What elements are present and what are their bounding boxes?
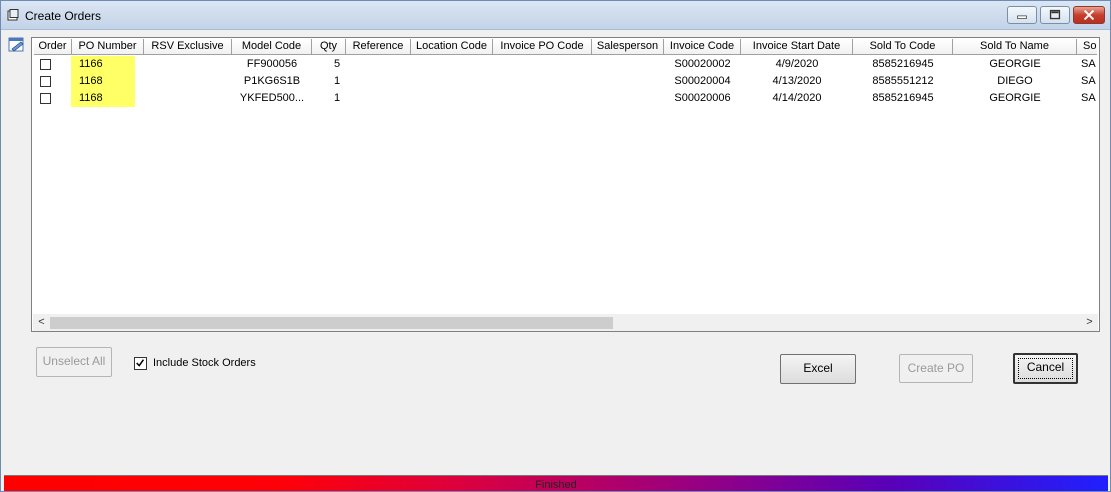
dialog-client-area: Order PO Number RSV Exclusive Model Code…: [4, 31, 1108, 475]
table-row[interactable]: 1166 FF900056 5 S00020002 4/9/2020 85852…: [34, 56, 1097, 73]
column-header-salesperson[interactable]: Salesperson: [592, 39, 664, 55]
model-code-cell: YKFED500...: [239, 92, 305, 104]
cancel-button[interactable]: Cancel: [1013, 353, 1078, 384]
scroll-right-button[interactable]: >: [1081, 314, 1098, 331]
scroll-left-button[interactable]: <: [33, 314, 50, 331]
focus-rect: [1018, 358, 1073, 379]
close-window-button[interactable]: [1073, 6, 1105, 24]
so-cell: SA: [1081, 58, 1096, 70]
create-po-button[interactable]: Create PO: [899, 354, 973, 383]
include-stock-orders-label: Include Stock Orders: [153, 357, 256, 369]
qty-cell: 1: [333, 92, 341, 104]
so-cell: SA: [1081, 75, 1096, 87]
create-orders-window: Create Orders Order PO Number RSV Exclus…: [0, 0, 1111, 492]
table-row[interactable]: 1168 YKFED500... 1 S00020006 4/14/2020 8…: [34, 90, 1097, 107]
qty-cell: 5: [333, 58, 341, 70]
sold-to-code-cell: 8585216945: [872, 58, 934, 70]
order-checkbox[interactable]: [40, 76, 51, 87]
scrollbar-thumb[interactable]: [50, 317, 613, 329]
invoice-code-cell: S00020006: [674, 92, 731, 104]
model-code-cell: P1KG6S1B: [243, 75, 301, 87]
title-bar[interactable]: Create Orders: [1, 1, 1110, 30]
qty-cell: 1: [333, 75, 341, 87]
column-header-sold-to-name[interactable]: Sold To Name: [953, 39, 1077, 55]
order-checkbox[interactable]: [40, 93, 51, 104]
column-header-order[interactable]: Order: [34, 39, 72, 55]
sold-to-name-cell: GEORGIE: [989, 58, 1041, 70]
maximize-icon: [1049, 9, 1061, 20]
orders-grid[interactable]: Order PO Number RSV Exclusive Model Code…: [31, 37, 1100, 332]
model-code-cell: FF900056: [246, 58, 298, 70]
column-header-reference[interactable]: Reference: [346, 39, 411, 55]
column-header-invoice-start-date[interactable]: Invoice Start Date: [741, 39, 853, 55]
sold-to-code-cell: 8585551212: [872, 75, 934, 87]
invoice-start-date-cell: 4/13/2020: [772, 75, 822, 87]
po-number-cell: 1168: [71, 73, 135, 90]
so-cell: SA: [1081, 92, 1096, 104]
invoice-start-date-cell: 4/9/2020: [775, 58, 819, 70]
minimize-button[interactable]: [1007, 6, 1037, 24]
excel-button[interactable]: Excel: [780, 354, 856, 384]
column-header-so[interactable]: So: [1077, 39, 1097, 55]
include-stock-orders-check[interactable]: [134, 357, 147, 370]
po-number-cell: 1168: [71, 90, 135, 107]
invoice-code-cell: S00020002: [674, 58, 731, 70]
status-progress-bar: Finished: [4, 475, 1108, 491]
window-title: Create Orders: [25, 9, 102, 23]
unselect-all-button[interactable]: Unselect All: [36, 347, 112, 377]
column-header-qty[interactable]: Qty: [312, 39, 346, 55]
close-icon: [1083, 9, 1095, 21]
column-header-sold-to-code[interactable]: Sold To Code: [853, 39, 953, 55]
checkmark-icon: [136, 359, 145, 367]
column-header-model-code[interactable]: Model Code: [232, 39, 312, 55]
invoice-start-date-cell: 4/14/2020: [772, 92, 822, 104]
status-text: Finished: [535, 479, 577, 491]
column-header-rsv-exclusive[interactable]: RSV Exclusive: [144, 39, 232, 55]
edit-grid-icon[interactable]: [8, 37, 26, 53]
column-header-invoice-po-code[interactable]: Invoice PO Code: [493, 39, 592, 55]
table-row[interactable]: 1168 P1KG6S1B 1 S00020004 4/13/2020 8585…: [34, 73, 1097, 90]
column-header-invoice-code[interactable]: Invoice Code: [664, 39, 741, 55]
orders-grid-viewport: Order PO Number RSV Exclusive Model Code…: [34, 39, 1097, 313]
window-app-icon: [7, 9, 19, 21]
sold-to-name-cell: GEORGIE: [989, 92, 1041, 104]
column-header-location-code[interactable]: Location Code: [411, 39, 493, 55]
invoice-code-cell: S00020004: [674, 75, 731, 87]
maximize-button[interactable]: [1040, 6, 1070, 24]
minimize-icon: [1017, 15, 1027, 19]
sold-to-name-cell: DIEGO: [997, 75, 1033, 87]
sold-to-code-cell: 8585216945: [872, 92, 934, 104]
column-header-po-number[interactable]: PO Number: [72, 39, 144, 55]
po-number-cell: 1166: [71, 56, 135, 73]
order-checkbox[interactable]: [40, 59, 51, 70]
horizontal-scrollbar[interactable]: < >: [33, 314, 1098, 331]
